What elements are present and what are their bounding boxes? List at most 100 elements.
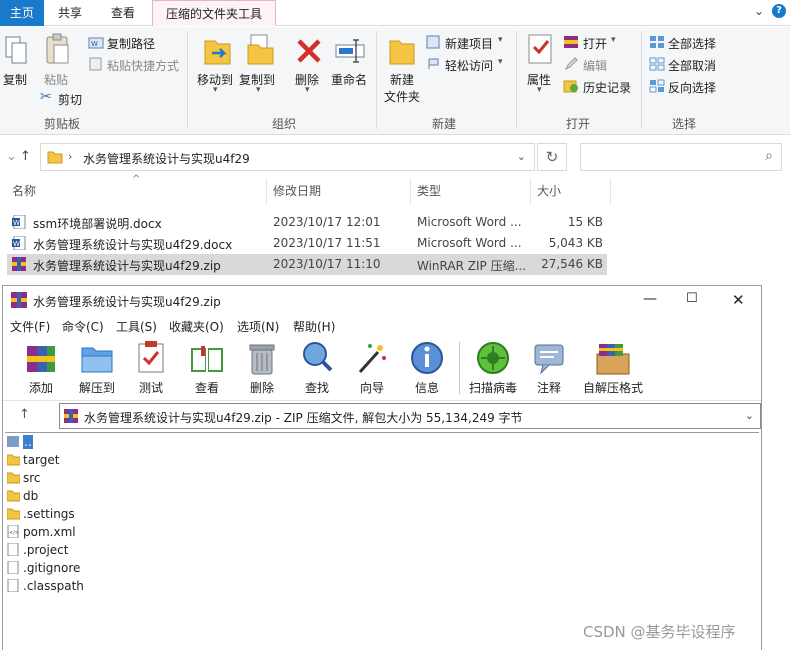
- path-dropdown-icon[interactable]: ⌄: [745, 409, 754, 422]
- paste-shortcut-button[interactable]: 粘贴快捷方式: [107, 57, 179, 74]
- history-icon: [563, 80, 578, 93]
- column-divider[interactable]: [266, 178, 267, 204]
- file-name: 水务管理系统设计与实现u4f29.zip: [33, 259, 221, 273]
- test-button[interactable]: 测试: [125, 336, 177, 398]
- collapse-ribbon-icon[interactable]: ⌄: [754, 4, 764, 18]
- easy-access-button[interactable]: 轻松访问: [445, 57, 493, 74]
- breadcrumb-chevron-icon[interactable]: ›: [68, 150, 72, 163]
- xml-file-icon: </>: [7, 525, 19, 538]
- delete-archive-button[interactable]: 删除: [236, 336, 288, 398]
- add-archive-icon: [27, 346, 55, 372]
- select-all-icon: [650, 36, 664, 48]
- edit-button[interactable]: 编辑: [583, 57, 607, 74]
- move-to-dropdown-icon[interactable]: ▾: [213, 85, 218, 95]
- column-header-date[interactable]: 修改日期: [273, 182, 321, 199]
- invert-selection-icon: [649, 79, 665, 93]
- open-button[interactable]: 打开: [583, 35, 607, 52]
- comment-icon: [534, 344, 564, 375]
- menu-file[interactable]: 文件(F): [10, 318, 50, 335]
- archive-entry-name: ..: [23, 435, 33, 449]
- new-item-dropdown-icon[interactable]: ▾: [498, 35, 503, 45]
- easy-access-dropdown-icon[interactable]: ▾: [498, 57, 503, 67]
- help-icon[interactable]: ?: [772, 4, 786, 18]
- view-button[interactable]: 查看: [181, 336, 233, 398]
- archive-entry-name: .project: [23, 543, 69, 557]
- column-header-size[interactable]: 大小: [537, 182, 561, 199]
- sfx-box-icon: [596, 344, 630, 375]
- archive-entry-name: .settings: [23, 507, 75, 521]
- menu-options[interactable]: 选项(N): [237, 318, 279, 335]
- breadcrumb-path[interactable]: 水务管理系统设计与实现u4f29: [83, 150, 250, 167]
- archive-path-field[interactable]: 水务管理系统设计与实现u4f29.zip - ZIP 压缩文件, 解包大小为 5…: [59, 403, 761, 429]
- column-divider[interactable]: [530, 178, 531, 204]
- delete-dropdown-icon[interactable]: ▾: [305, 85, 310, 95]
- extract-to-label: 解压到: [78, 381, 115, 395]
- scan-virus-label: 扫描病毒: [468, 381, 517, 395]
- open-dropdown-icon[interactable]: ▾: [611, 35, 616, 45]
- rename-button[interactable]: 重命名: [331, 71, 367, 88]
- file-row[interactable]: W 水务管理系统设计与实现u4f29.docx 2023/10/17 11:51…: [7, 233, 607, 254]
- up-folder-icon[interactable]: ↑: [19, 407, 30, 422]
- history-button[interactable]: 历史记录: [583, 79, 631, 96]
- copy-to-dropdown-icon[interactable]: ▾: [256, 85, 261, 95]
- menu-help[interactable]: 帮助(H): [293, 318, 335, 335]
- minimize-button[interactable]: —: [643, 291, 657, 307]
- recent-locations-icon[interactable]: ⌄: [6, 149, 17, 164]
- copy-path-button[interactable]: 复制路径: [107, 35, 155, 52]
- wizard-button[interactable]: 向导: [346, 336, 398, 398]
- new-item-button[interactable]: 新建项目: [445, 35, 493, 52]
- archive-file-list: .. target src db .settings </> pom.xml .…: [5, 432, 759, 650]
- find-button[interactable]: 查找: [291, 336, 343, 398]
- close-button[interactable]: ✕: [732, 291, 745, 309]
- scan-virus-button[interactable]: 扫描病毒: [465, 336, 521, 398]
- edit-icon: [564, 57, 578, 71]
- archive-entry-name: target: [23, 453, 60, 467]
- menu-favorites[interactable]: 收藏夹(O): [169, 318, 224, 335]
- select-all-button[interactable]: 全部选择: [668, 35, 716, 52]
- sfx-button[interactable]: 自解压格式: [581, 336, 645, 398]
- search-input[interactable]: ⌕: [580, 143, 782, 171]
- column-header-name[interactable]: 名称: [12, 182, 36, 199]
- address-field[interactable]: › 水务管理系统设计与实现u4f29 ⌄: [40, 143, 535, 171]
- watermark: CSDN @基务毕设程序: [583, 623, 736, 641]
- up-arrow-icon[interactable]: ↑: [20, 149, 31, 164]
- menu-tools[interactable]: 工具(S): [116, 318, 157, 335]
- info-button[interactable]: 信息: [401, 336, 453, 398]
- refresh-button[interactable]: ↻: [537, 143, 567, 171]
- tab-share[interactable]: 共享: [48, 0, 92, 26]
- tab-compressed-folder-tools[interactable]: 压缩的文件夹工具: [152, 0, 276, 26]
- winrar-titlebar[interactable]: 水务管理系统设计与实现u4f29.zip — ☐ ✕: [3, 286, 761, 314]
- file-name: 水务管理系统设计与实现u4f29.docx: [33, 238, 233, 252]
- toolbar-separator: [459, 342, 460, 394]
- column-divider[interactable]: [610, 178, 611, 204]
- cut-button[interactable]: 剪切: [58, 91, 82, 108]
- column-divider[interactable]: [410, 178, 411, 204]
- new-folder-label-1[interactable]: 新建: [390, 71, 414, 88]
- file-row-selected[interactable]: 水务管理系统设计与实现u4f29.zip 2023/10/17 11:10 Wi…: [7, 254, 607, 275]
- new-folder-label-2[interactable]: 文件夹: [384, 88, 420, 105]
- address-dropdown-icon[interactable]: ⌄: [517, 150, 526, 163]
- file-date: 2023/10/17 11:10: [273, 257, 381, 271]
- invert-selection-button[interactable]: 反向选择: [668, 79, 716, 96]
- comment-button[interactable]: 注释: [523, 336, 575, 398]
- menu-commands[interactable]: 命令(C): [62, 318, 104, 335]
- group-divider: [187, 31, 188, 129]
- select-none-button[interactable]: 全部取消: [668, 57, 716, 74]
- file-row[interactable]: W ssm环境部署说明.docx 2023/10/17 12:01 Micros…: [7, 212, 607, 233]
- column-header-type[interactable]: 类型: [417, 182, 441, 199]
- tab-view[interactable]: 查看: [100, 0, 146, 26]
- properties-dropdown-icon[interactable]: ▾: [537, 85, 542, 95]
- copy-button[interactable]: 复制: [3, 71, 27, 88]
- tab-home[interactable]: 主页: [0, 0, 44, 26]
- blank-file-icon: [7, 543, 19, 556]
- extract-to-button[interactable]: 解压到: [71, 336, 123, 398]
- svg-text:</>: </>: [9, 530, 19, 536]
- add-label: 添加: [28, 381, 53, 395]
- paste-button[interactable]: 粘贴: [44, 71, 68, 88]
- add-button[interactable]: 添加: [15, 336, 67, 398]
- test-icon: [138, 341, 164, 373]
- folder-icon: [7, 454, 20, 466]
- file-date: 2023/10/17 12:01: [273, 215, 381, 229]
- maximize-button[interactable]: ☐: [686, 291, 698, 306]
- view-label: 查看: [194, 381, 219, 395]
